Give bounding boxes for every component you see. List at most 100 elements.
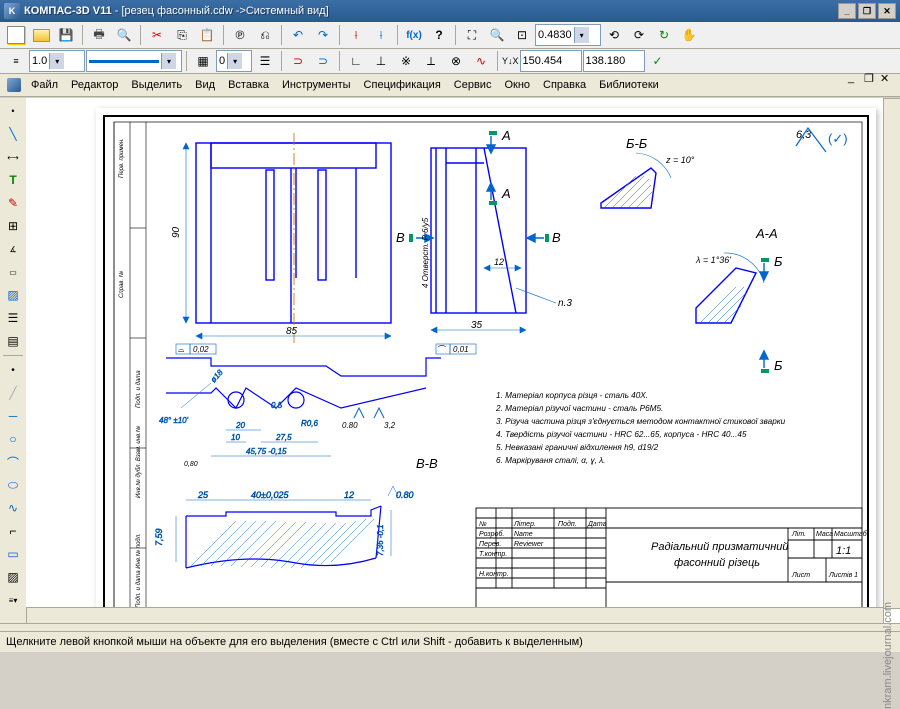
geom-spec-button[interactable]: ☰ — [2, 307, 24, 329]
geom-param-button[interactable]: ⊞ — [2, 215, 24, 237]
svg-text:Літ.: Літ. — [791, 530, 806, 538]
svg-text:10: 10 — [231, 433, 240, 442]
svg-text:R0,6: R0,6 — [301, 419, 318, 428]
refresh-button[interactable]: ↻ — [652, 23, 676, 47]
tool-b-button[interactable]: ⎌ — [253, 23, 277, 47]
copy-button[interactable]: ⎘ — [170, 23, 194, 47]
svg-text:Маса: Маса — [816, 531, 833, 538]
snap4-button[interactable]: ⟂ — [419, 49, 443, 73]
svg-text:z = 10°: z = 10° — [665, 155, 695, 165]
preview-button[interactable]: 🔍 — [112, 23, 136, 47]
undo-button[interactable]: ↶ — [286, 23, 310, 47]
geom-meas-button[interactable]: ∡ — [2, 238, 24, 260]
help-button[interactable]: ? — [427, 23, 451, 47]
dr-spline-button[interactable]: ∿ — [2, 497, 24, 519]
zoom-in-button[interactable]: 🔍 — [485, 23, 509, 47]
menu-lib[interactable]: Библиотеки — [593, 77, 665, 93]
mdi-restore[interactable]: ❐ — [864, 72, 878, 84]
svg-text:40±0,025: 40±0,025 — [251, 490, 289, 500]
snap2-button[interactable]: ⊥ — [369, 49, 393, 73]
dr-circle-button[interactable]: ○ — [2, 428, 24, 450]
dr-fillet-button[interactable]: ⌐ — [2, 520, 24, 542]
svg-text:Перев.: Перев. — [479, 541, 501, 548]
layers-button[interactable]: ▦ — [191, 49, 215, 73]
app-menu-icon[interactable] — [4, 75, 24, 95]
coord-x[interactable]: 150.454 — [520, 50, 582, 72]
snap-red-button[interactable]: ⟊ — [344, 23, 368, 47]
mdi-min[interactable]: _ — [848, 72, 862, 84]
svg-text:Радіальний призматичний: Радіальний призматичний — [651, 541, 789, 553]
dr-ellipse-button[interactable]: ⬭ — [2, 474, 24, 496]
paste-button[interactable]: 📋 — [195, 23, 219, 47]
dr-more-button[interactable]: ≡▾ — [2, 589, 24, 611]
dr-point-button[interactable]: • — [2, 359, 24, 381]
menu-help[interactable]: Справка — [537, 77, 592, 93]
coord-y[interactable]: 138.180 — [583, 50, 645, 72]
save-button[interactable]: 💾 — [54, 23, 78, 47]
hscrollbar[interactable] — [26, 607, 884, 624]
new-button[interactable] — [4, 23, 28, 47]
coord-btn[interactable]: ✓ — [646, 49, 670, 73]
linestyle-button[interactable]: ≡ — [4, 49, 28, 73]
menu-file[interactable]: Файл — [25, 77, 64, 93]
fx-button[interactable]: f(x) — [402, 23, 426, 47]
geom-sel-button[interactable]: ▭ — [2, 261, 24, 283]
layer-mgr-button[interactable]: ☰ — [253, 49, 277, 73]
svg-text:B-B: B-B — [416, 456, 438, 471]
pan-button[interactable]: ✋ — [677, 23, 701, 47]
snap3-button[interactable]: ※ — [394, 49, 418, 73]
svg-text:48° ±10': 48° ±10' — [159, 416, 189, 425]
restore-button[interactable]: ❐ — [858, 3, 876, 19]
canvas[interactable]: Перв. примен. Справ. № Подп. и дата Инв.… — [26, 98, 900, 624]
tool-a-button[interactable]: ℗ — [228, 23, 252, 47]
minimize-button[interactable]: _ — [838, 3, 856, 19]
dr-rect-button[interactable]: ▭ — [2, 543, 24, 565]
dr-arc-button[interactable]: ⌒ — [2, 451, 24, 473]
geom-text-button[interactable]: T — [2, 169, 24, 191]
zoom-fit-button[interactable]: ⊡ — [510, 23, 534, 47]
snap-blue-button[interactable]: ⟊ — [369, 23, 393, 47]
vscrollbar[interactable] — [883, 98, 900, 609]
geom-report-button[interactable]: ▤ — [2, 330, 24, 352]
geom-line-button[interactable]: ╲ — [2, 123, 24, 145]
snap6-button[interactable]: ∿ — [469, 49, 493, 73]
mdi-close[interactable]: ✕ — [880, 72, 894, 84]
zoom-next-button[interactable]: ⟳ — [627, 23, 651, 47]
print-button[interactable]: 🖶 — [87, 23, 111, 47]
dr-aux-button[interactable]: ╱ — [2, 382, 24, 404]
layer-num-combo[interactable]: 0▾ — [216, 50, 252, 72]
snap1-button[interactable]: ∟ — [344, 49, 368, 73]
geom-edit-button[interactable]: ✎ — [2, 192, 24, 214]
dr-segment-button[interactable]: ─ — [2, 405, 24, 427]
sep — [339, 25, 340, 45]
menu-select[interactable]: Выделить — [125, 77, 188, 93]
cut-button[interactable]: ✂ — [145, 23, 169, 47]
redo-button[interactable]: ↷ — [311, 23, 335, 47]
layer-combo[interactable]: ▾ — [86, 50, 182, 72]
svg-text:1. Матеріал корпуса різця - с: 1. Матеріал корпуса різця - сталь 40Х. — [496, 391, 648, 400]
watermark: nkram.livejournal.com — [882, 602, 894, 709]
magnet-blue-button[interactable]: ⊃ — [311, 49, 335, 73]
scale-combo[interactable]: 1.0▾ — [29, 50, 85, 72]
geom-hatch-button[interactable]: ▨ — [2, 284, 24, 306]
menu-editor[interactable]: Редактор — [65, 77, 124, 93]
snap5-button[interactable]: ⊗ — [444, 49, 468, 73]
open-button[interactable] — [29, 23, 53, 47]
geom-point-button[interactable]: • — [2, 100, 24, 122]
menu-service[interactable]: Сервис — [448, 77, 498, 93]
menu-insert[interactable]: Вставка — [222, 77, 275, 93]
zoom-window-button[interactable]: ⛶ — [460, 23, 484, 47]
menu-view[interactable]: Вид — [189, 77, 221, 93]
svg-text:A: A — [501, 186, 511, 201]
svg-text:0,80: 0,80 — [184, 461, 198, 468]
menu-spec[interactable]: Спецификация — [358, 77, 447, 93]
dr-hatch-button[interactable]: ▨ — [2, 566, 24, 588]
zoom-combo[interactable]: 0.4830▾ — [535, 24, 601, 46]
menu-window[interactable]: Окно — [498, 77, 536, 93]
magnet-red-button[interactable]: ⊃ — [286, 49, 310, 73]
close-button[interactable]: ✕ — [878, 3, 896, 19]
svg-text:Дата: Дата — [587, 521, 607, 528]
menu-tools[interactable]: Инструменты — [276, 77, 357, 93]
zoom-prev-button[interactable]: ⟲ — [602, 23, 626, 47]
geom-dim-button[interactable]: ⟷ — [2, 146, 24, 168]
